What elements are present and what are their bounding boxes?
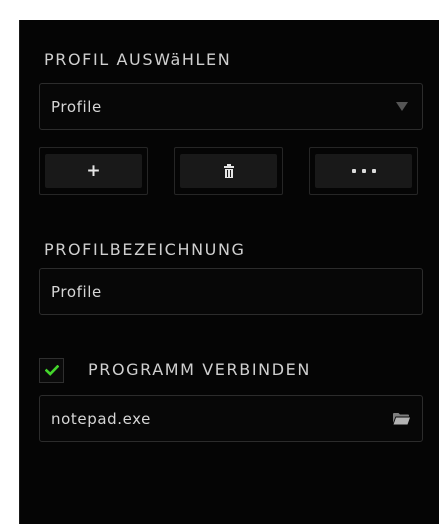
profile-name-value: Profile <box>51 282 102 301</box>
add-profile-button[interactable]: + <box>39 147 148 195</box>
delete-profile-button[interactable] <box>174 147 283 195</box>
select-profile-heading: PROFIL AUSWäHLEN <box>44 50 232 69</box>
link-program-checkbox[interactable] <box>39 358 64 383</box>
program-path-input[interactable]: notepad.exe <box>39 395 423 442</box>
checkmark-icon <box>44 365 59 376</box>
profile-dropdown[interactable]: Profile <box>39 83 423 130</box>
plus-icon: + <box>86 160 101 181</box>
link-program-label: PROGRAMM VERBINDEN <box>88 360 311 379</box>
program-path-value: notepad.exe <box>51 409 152 428</box>
profile-name-heading: PROFILBEZEICHNUNG <box>44 240 246 259</box>
trash-icon <box>223 164 234 178</box>
chevron-down-icon[interactable] <box>396 102 408 111</box>
profile-dropdown-value: Profile <box>51 97 102 116</box>
profile-name-input[interactable]: Profile <box>39 268 423 315</box>
folder-icon[interactable] <box>393 412 410 425</box>
profile-settings-panel: PROFIL AUSWäHLEN Profile + PROFILBEZEICH… <box>19 20 439 524</box>
more-dots-icon <box>351 169 376 173</box>
more-options-button[interactable] <box>309 147 418 195</box>
